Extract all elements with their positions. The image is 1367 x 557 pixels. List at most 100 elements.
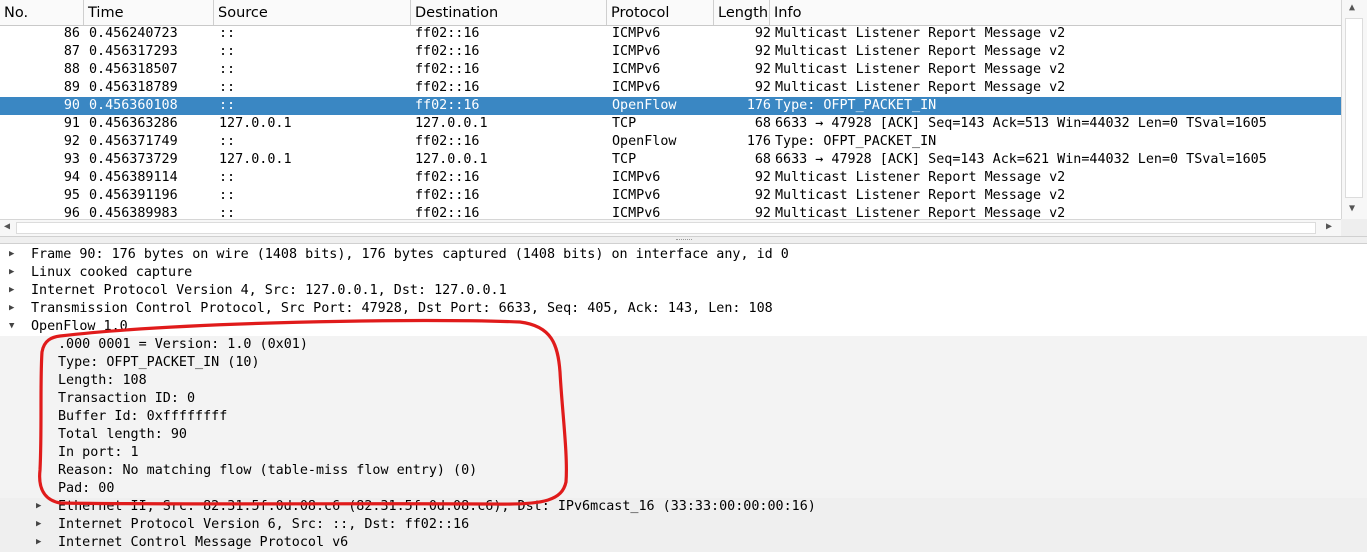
cell-time: 0.456371749: [89, 134, 178, 149]
cell-len: 92: [754, 170, 771, 185]
scroll-up-icon[interactable]: ▲: [1349, 2, 1355, 13]
tree-item[interactable]: Pad: 00: [0, 480, 1367, 498]
tree-item[interactable]: .000 0001 = Version: 1.0 (0x01): [0, 336, 1367, 354]
horizontal-scrollbar[interactable]: ◀ ▶: [0, 219, 1341, 236]
scroll-right-icon[interactable]: ▶: [1326, 221, 1332, 232]
table-row[interactable]: 94 0.456389114:: ff02::16 ICMPv6 92 Multicast…: [0, 169, 1341, 187]
table-row[interactable]: 92 0.456371749:: ff02::16 OpenFlow 176 Type: …: [0, 133, 1341, 151]
splitter-grip-icon[interactable]: [676, 239, 692, 242]
triangle-right-icon[interactable]: ▶: [36, 498, 41, 515]
tree-item[interactable]: In port: 1: [0, 444, 1367, 462]
table-row[interactable]: 89 0.456318789:: ff02::16 ICMPv6 92 Multicast…: [0, 79, 1341, 97]
tree-item[interactable]: Total length: 90: [0, 426, 1367, 444]
tree-item[interactable]: Buffer Id: 0xffffffff: [0, 408, 1367, 426]
tree-item-label: Reason: No matching flow (table-miss flo…: [58, 463, 478, 478]
cell-src: ::: [219, 62, 236, 77]
cell-time: 0.456360108: [89, 98, 178, 113]
table-row[interactable]: 93 0.456373729 127.0.0.1 127.0.0.1 TCP 68 6633…: [0, 151, 1341, 169]
tree-item-label: Total length: 90: [58, 427, 187, 442]
column-header-time[interactable]: Time: [84, 0, 214, 25]
tree-item[interactable]: Reason: No matching flow (table-miss flo…: [0, 462, 1367, 480]
column-header-length[interactable]: Length: [714, 0, 770, 25]
cell-len: 92: [754, 188, 771, 203]
cell-dst: ff02::16: [415, 170, 480, 185]
triangle-right-icon[interactable]: ▶: [36, 516, 41, 533]
tree-item[interactable]: Length: 108: [0, 372, 1367, 390]
pane-splitter[interactable]: [0, 236, 1367, 244]
scrollbar-corner: [1341, 219, 1367, 236]
table-row[interactable]: 86 0.456240723:: ff02::16 ICMPv6 92 Multicast…: [0, 25, 1341, 43]
triangle-right-icon[interactable]: ▶: [9, 246, 14, 263]
cell-info: Multicast Listener Report Message v2: [775, 44, 1066, 59]
cell-no: 92: [63, 134, 80, 149]
cell-no: 88: [63, 62, 80, 77]
triangle-right-icon[interactable]: ▶: [36, 534, 41, 551]
triangle-right-icon[interactable]: ▶: [9, 300, 14, 317]
cell-info: Multicast Listener Report Message v2: [775, 206, 1066, 219]
triangle-right-icon[interactable]: ▶: [9, 264, 14, 281]
column-header-source[interactable]: Source: [214, 0, 411, 25]
cell-info: 6633 → 47928 [ACK] Seq=143 Ack=513 Win=4…: [775, 116, 1267, 131]
tree-item[interactable]: ▶ Internet Protocol Version 4, Src: 127.0…: [0, 282, 1367, 300]
column-header-destination[interactable]: Destination: [411, 0, 607, 25]
tree-item[interactable]: Type: OFPT_PACKET_IN (10): [0, 354, 1367, 372]
table-row[interactable]: 90 0.456360108:: ff02::16 OpenFlow 176 Type: …: [0, 97, 1341, 115]
cell-src: ::: [219, 206, 236, 219]
packet-list-pane[interactable]: No. Time Source Destination Protocol Len…: [0, 0, 1367, 236]
table-row[interactable]: 88 0.456318507:: ff02::16 ICMPv6 92 Multicast…: [0, 61, 1341, 79]
column-header-no[interactable]: No.: [0, 0, 84, 25]
tree-item[interactable]: ▶ Linux cooked capture: [0, 264, 1367, 282]
scroll-down-icon[interactable]: ▼: [1349, 203, 1355, 214]
tree-item[interactable]: ▼ OpenFlow 1.0: [0, 318, 1367, 336]
tree-item[interactable]: ▶ Internet Control Message Protocol v6: [0, 534, 1367, 552]
triangle-down-icon[interactable]: ▼: [9, 318, 14, 335]
table-row[interactable]: 87 0.456317293:: ff02::16 ICMPv6 92 Multicast…: [0, 43, 1341, 61]
column-header-info[interactable]: Info: [770, 0, 1341, 25]
cell-info: Multicast Listener Report Message v2: [775, 26, 1066, 41]
cell-src: ::: [219, 98, 236, 113]
cell-src: 127.0.0.1: [219, 152, 292, 167]
cell-src: ::: [219, 134, 236, 149]
cell-time: 0.456240723: [89, 26, 178, 41]
cell-dst: ff02::16: [415, 134, 480, 149]
table-row[interactable]: 95 0.456391196:: ff02::16 ICMPv6 92 Multicast…: [0, 187, 1341, 205]
cell-len: 92: [754, 26, 771, 41]
cell-src: ::: [219, 26, 236, 41]
tree-item[interactable]: ▶ Transmission Control Protocol, Src Port…: [0, 300, 1367, 318]
tree-item-label: Frame 90: 176 bytes on wire (1408 bits),…: [31, 247, 789, 262]
cell-time: 0.456389114: [89, 170, 178, 185]
tree-item-label: Linux cooked capture: [31, 265, 193, 280]
cell-info: Multicast Listener Report Message v2: [775, 62, 1066, 77]
cell-no: 90: [63, 98, 80, 113]
scrollbar-thumb[interactable]: [1345, 18, 1363, 198]
packet-details-pane[interactable]: ▶ Frame 90: 176 bytes on wire (1408 bits)…: [0, 244, 1367, 557]
cell-dst: ff02::16: [415, 26, 480, 41]
cell-len: 92: [754, 62, 771, 77]
cell-info: Multicast Listener Report Message v2: [775, 188, 1066, 203]
tree-item[interactable]: ▶ Internet Protocol Version 6, Src: ::, D…: [0, 516, 1367, 534]
cell-src: 127.0.0.1: [219, 116, 292, 131]
tree-item[interactable]: ▶ Ethernet II, Src: 82:31:5f:0d:08:c6 (82…: [0, 498, 1367, 516]
tree-item[interactable]: Transaction ID: 0: [0, 390, 1367, 408]
cell-dst: ff02::16: [415, 44, 480, 59]
cell-time: 0.456317293: [89, 44, 178, 59]
vertical-scrollbar[interactable]: ▲ ▼: [1341, 0, 1367, 219]
table-row[interactable]: 96 0.456389983:: ff02::16 ICMPv6 92 Multicast…: [0, 205, 1341, 219]
cell-info: Type: OFPT_PACKET_IN: [775, 98, 937, 113]
cell-len: 92: [754, 206, 771, 219]
scroll-left-icon[interactable]: ◀: [4, 221, 10, 232]
tree-item-label: Internet Protocol Version 4, Src: 127.0.…: [31, 283, 507, 298]
cell-dst: 127.0.0.1: [415, 116, 488, 131]
column-header-protocol[interactable]: Protocol: [607, 0, 714, 25]
cell-proto: TCP: [612, 116, 637, 131]
tree-item[interactable]: ▶ Frame 90: 176 bytes on wire (1408 bits)…: [0, 246, 1367, 264]
cell-dst: ff02::16: [415, 98, 480, 113]
cell-no: 93: [63, 152, 80, 167]
cell-src: ::: [219, 188, 236, 203]
scrollbar-thumb[interactable]: [16, 222, 1316, 234]
cell-no: 96: [63, 206, 80, 219]
packet-rows: 86 0.456240723:: ff02::16 ICMPv6 92 Multicast…: [0, 25, 1341, 219]
triangle-right-icon[interactable]: ▶: [9, 282, 14, 299]
table-row[interactable]: 91 0.456363286 127.0.0.1 127.0.0.1 TCP 68 6633…: [0, 115, 1341, 133]
tree-item-label: Length: 108: [58, 373, 147, 388]
